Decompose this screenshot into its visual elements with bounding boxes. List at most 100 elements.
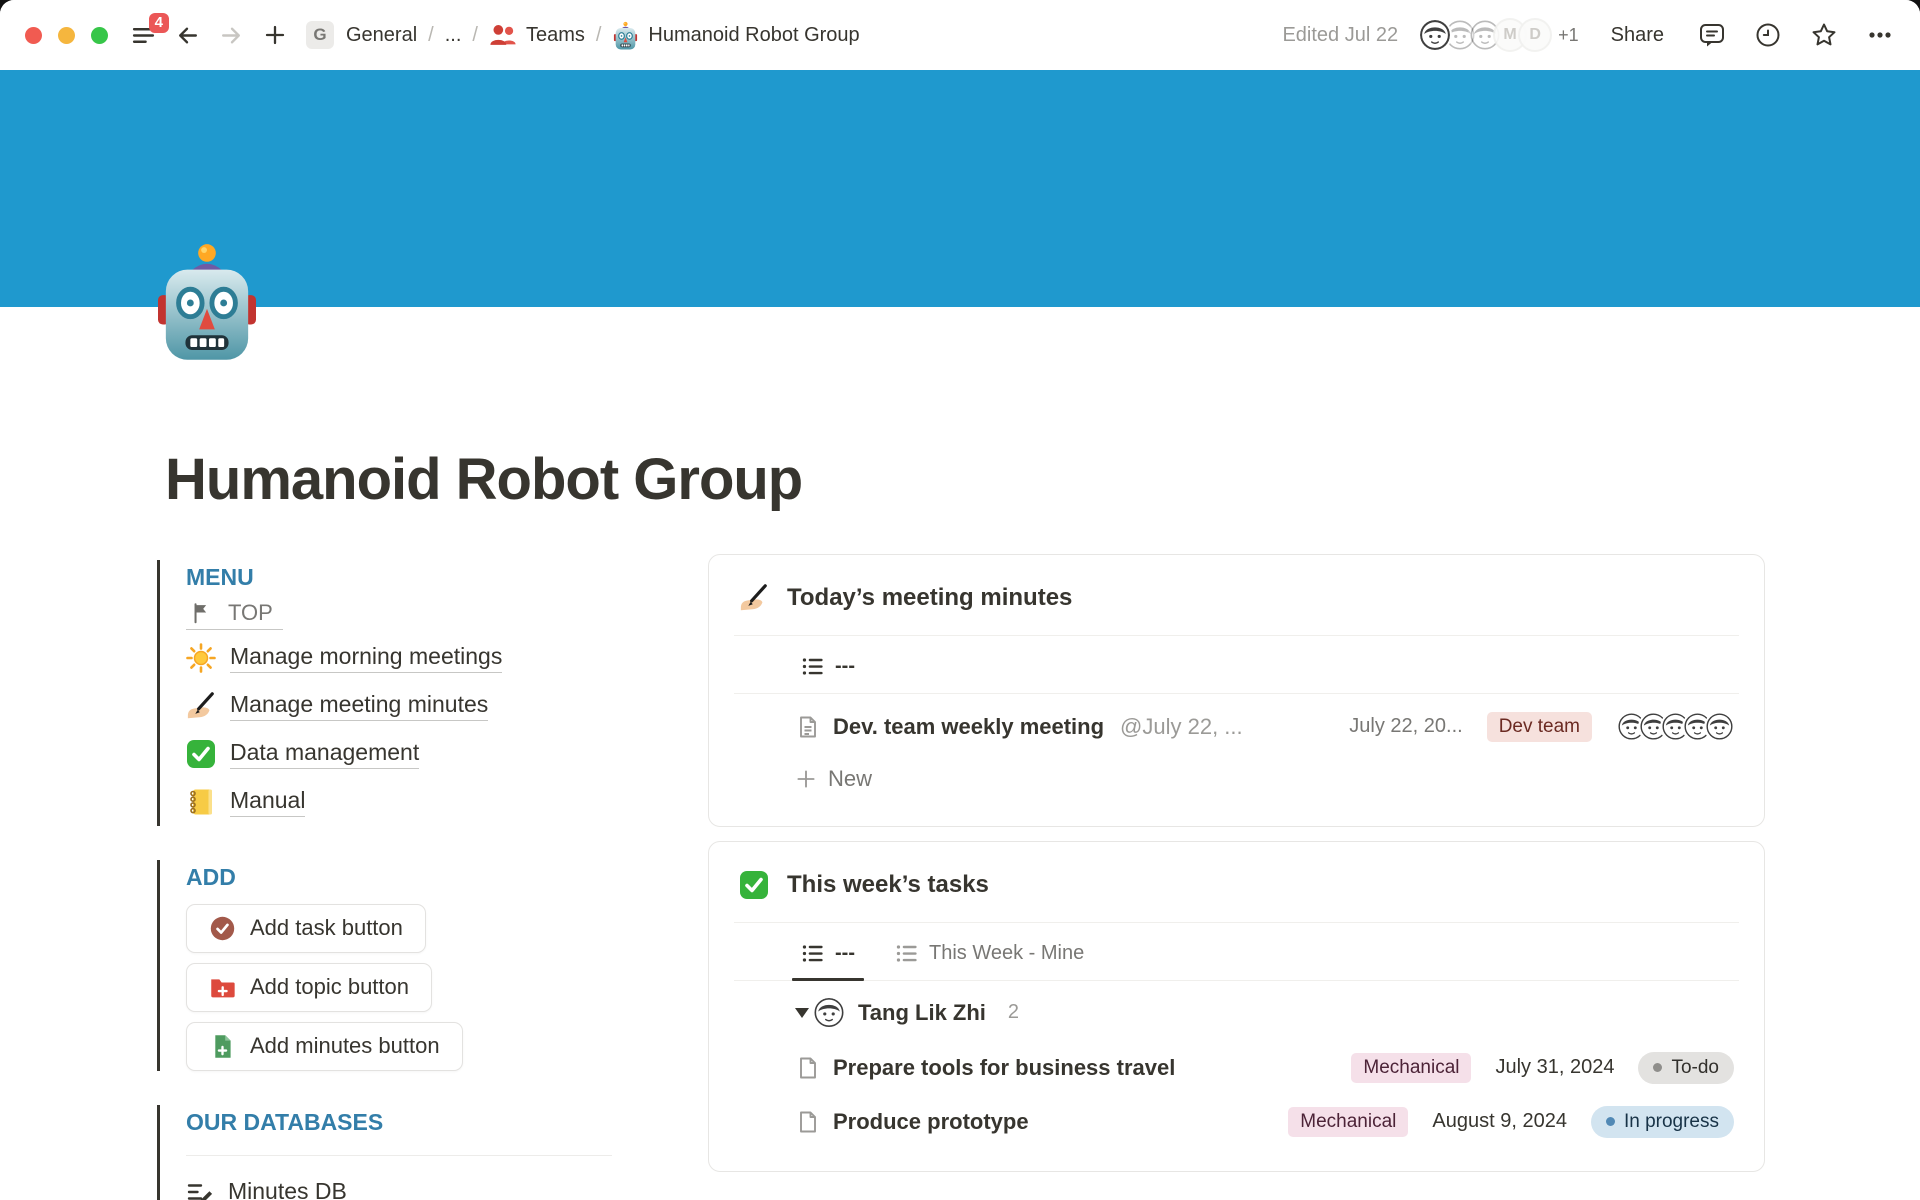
- team-tag: Dev team: [1487, 712, 1592, 742]
- group-count: 2: [1008, 1001, 1019, 1024]
- breadcrumb: General / ... / Teams / Humanoid Robot G…: [346, 21, 860, 50]
- avatar: [1704, 712, 1734, 742]
- group-header-row: Tang Lik Zhi 2: [709, 985, 1764, 1041]
- clock-icon: [1754, 21, 1782, 49]
- breadcrumb-teams[interactable]: Teams: [489, 23, 585, 48]
- new-page-button[interactable]: [262, 22, 288, 48]
- menu-heading: MENU: [186, 560, 609, 594]
- check-mark-icon: [739, 870, 769, 900]
- status-badge: In progress: [1591, 1106, 1734, 1138]
- ledger-icon: [186, 787, 216, 817]
- status-dot-icon: [1606, 1117, 1615, 1126]
- writing-hand-icon: [739, 583, 769, 613]
- task-check-icon: [209, 915, 236, 942]
- robot-icon: [158, 240, 256, 362]
- page-title: Humanoid Robot Group: [165, 448, 1765, 513]
- notification-badge: 4: [149, 13, 169, 33]
- databases-heading: OUR DATABASES: [186, 1105, 609, 1139]
- ellipsis-icon: [1866, 21, 1894, 49]
- check-mark-icon: [186, 739, 216, 769]
- tasks-card: This week’s tasks --- This Week - Mine: [708, 841, 1765, 1172]
- meeting-row[interactable]: Dev. team weekly meeting @July 22, ... J…: [795, 700, 1734, 754]
- topbar: 4 G General / ... / Teams /: [0, 0, 1920, 70]
- meeting-date: July 22, 20...: [1349, 715, 1462, 738]
- page-icon: [795, 1055, 821, 1081]
- add-topic-button[interactable]: Add topic button: [186, 963, 432, 1012]
- right-column: Today’s meeting minutes --- Dev. team we…: [708, 554, 1765, 1186]
- page-content: Humanoid Robot Group MENU TOP: [0, 448, 1920, 1200]
- back-button[interactable]: [174, 22, 201, 49]
- writing-hand-icon: [186, 691, 216, 721]
- category-tag: Mechanical: [1288, 1107, 1408, 1137]
- minimize-window-button[interactable]: [58, 27, 75, 44]
- folder-plus-icon: [209, 974, 236, 1001]
- minutes-view-tab[interactable]: ---: [795, 653, 861, 693]
- share-button[interactable]: Share: [1605, 23, 1670, 48]
- avatar: [1418, 18, 1452, 52]
- breadcrumb-page[interactable]: Humanoid Robot Group: [612, 21, 859, 50]
- workspace-chip[interactable]: G: [306, 21, 334, 49]
- forward-icon: [218, 22, 245, 49]
- link-top[interactable]: TOP: [186, 598, 283, 630]
- notion-window: 4 G General / ... / Teams /: [0, 0, 1920, 1200]
- avatar: [812, 996, 846, 1030]
- edited-timestamp: Edited Jul 22: [1282, 24, 1398, 47]
- updates-button[interactable]: [1754, 21, 1782, 49]
- sidebar-toggle-button[interactable]: 4: [130, 22, 157, 49]
- link-data-management[interactable]: Data management: [186, 739, 419, 769]
- list-view-icon: [801, 941, 826, 966]
- flag-icon: [190, 601, 214, 625]
- link-manage-morning-meetings[interactable]: Manage morning meetings: [186, 643, 502, 673]
- add-heading: ADD: [186, 860, 609, 894]
- star-icon: [1810, 21, 1838, 49]
- back-icon: [174, 22, 201, 49]
- zoom-window-button[interactable]: [91, 27, 108, 44]
- breadcrumb-ellipsis[interactable]: ...: [445, 24, 462, 47]
- viewer-avatars[interactable]: M D: [1418, 18, 1552, 52]
- cover-image[interactable]: [0, 70, 1920, 307]
- add-minutes-button[interactable]: Add minutes button: [186, 1022, 463, 1071]
- due-date: July 31, 2024: [1495, 1056, 1614, 1079]
- avatar-overflow-count[interactable]: +1: [1558, 25, 1579, 46]
- minutes-card-title: Today’s meeting minutes: [787, 584, 1072, 612]
- date-mention: @July 22, ...: [1120, 714, 1243, 740]
- file-plus-icon: [209, 1033, 236, 1060]
- new-row-button[interactable]: New: [795, 754, 1734, 804]
- breadcrumb-general[interactable]: General: [346, 24, 417, 47]
- breadcrumb-separator: /: [596, 24, 602, 47]
- breadcrumb-separator: /: [428, 24, 434, 47]
- tasks-card-title: This week’s tasks: [787, 871, 989, 899]
- status-dot-icon: [1653, 1063, 1662, 1072]
- link-manage-meeting-minutes[interactable]: Manage meeting minutes: [186, 691, 488, 721]
- due-date: August 9, 2024: [1432, 1110, 1567, 1133]
- task-row[interactable]: Produce prototype Mechanical August 9, 2…: [795, 1095, 1734, 1149]
- page-icon: [795, 714, 821, 740]
- divider: [186, 1155, 612, 1156]
- collapse-toggle-icon[interactable]: [795, 1008, 809, 1018]
- topbar-actions: Edited Jul 22 M D +1 Share: [1282, 18, 1894, 52]
- comments-button[interactable]: [1698, 21, 1726, 49]
- add-section: ADD Add task button Add topic button Add…: [157, 860, 609, 1071]
- forward-button[interactable]: [218, 22, 245, 49]
- page-icon: [795, 1109, 821, 1135]
- attendee-avatars: [1616, 712, 1734, 742]
- tasks-view-tab-this-week-mine[interactable]: This Week - Mine: [889, 940, 1090, 980]
- link-manual[interactable]: Manual: [186, 787, 305, 817]
- tasks-view-tab-active[interactable]: ---: [795, 940, 861, 980]
- category-tag: Mechanical: [1351, 1053, 1471, 1083]
- databases-section: OUR DATABASES Minutes DB: [157, 1105, 609, 1200]
- new-page-icon: [262, 22, 288, 48]
- minutes-card: Today’s meeting minutes --- Dev. team we…: [708, 554, 1765, 827]
- comment-icon: [1698, 21, 1726, 49]
- favorite-button[interactable]: [1810, 21, 1838, 49]
- compose-icon: [186, 1179, 214, 1200]
- page-icon-robot[interactable]: [158, 240, 256, 362]
- add-task-button[interactable]: Add task button: [186, 904, 426, 953]
- more-button[interactable]: [1866, 21, 1894, 49]
- robot-icon: [612, 21, 639, 50]
- sun-icon: [186, 643, 216, 673]
- close-window-button[interactable]: [25, 27, 42, 44]
- link-minutes-db[interactable]: Minutes DB: [186, 1178, 347, 1200]
- people-icon: [489, 23, 517, 48]
- task-row[interactable]: Prepare tools for business travel Mechan…: [795, 1041, 1734, 1095]
